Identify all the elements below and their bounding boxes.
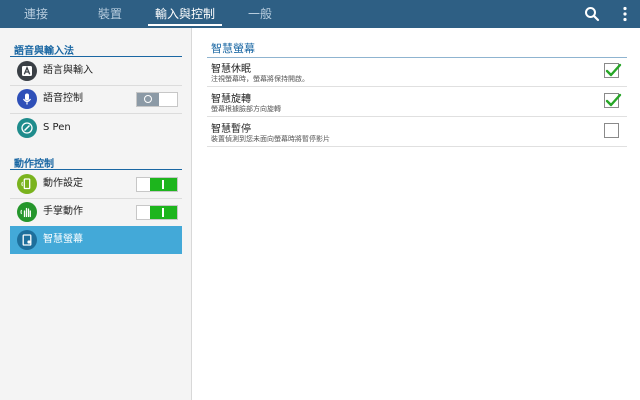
microphone-icon [17, 89, 37, 109]
sidebar-item-label: 手掌動作 [43, 206, 83, 217]
toggle-on-fill [150, 178, 177, 191]
setting-title: 智慧暫停 [211, 124, 251, 135]
setting-title: 智慧休眠 [211, 64, 251, 75]
sidebar-item-smart-screen[interactable]: 智慧螢幕 [10, 226, 182, 254]
sidebar-item-palm-motion[interactable]: 手掌動作 [10, 198, 182, 226]
sidebar-item-voice-control[interactable]: 語音控制 [10, 85, 182, 113]
setting-smart-stay[interactable]: 智慧休眠 注視螢幕時，螢幕將保持開啟。 [207, 58, 627, 87]
smart-rotation-checkbox[interactable] [604, 93, 622, 108]
active-tab-indicator [148, 24, 222, 26]
smart-pause-checkbox[interactable] [604, 123, 619, 138]
sidebar-item-language-input[interactable]: 語言與輸入 [10, 57, 182, 85]
sidebar-item-label: 語言與輸入 [43, 65, 93, 76]
section-header-motion-control: 動作控制 [14, 159, 54, 170]
setting-subtitle: 注視螢幕時，螢幕將保持開啟。 [211, 75, 309, 83]
sidebar-item-label: 語音控制 [43, 93, 83, 104]
s-pen-icon [17, 118, 37, 138]
toggle-off-knob [137, 93, 159, 106]
toggle-on-fill [150, 206, 177, 219]
more-options-icon[interactable] [615, 4, 635, 24]
setting-subtitle: 螢幕根據臉部方向旋轉 [211, 105, 281, 113]
check-icon [605, 93, 622, 107]
motion-settings-toggle[interactable] [136, 177, 178, 192]
motion-phone-icon [17, 174, 37, 194]
tab-controls[interactable]: 輸入與控制 [148, 0, 222, 28]
sidebar-item-s-pen[interactable]: S Pen [10, 114, 182, 142]
tab-general[interactable]: 一般 [244, 0, 276, 28]
setting-title: 智慧旋轉 [211, 94, 251, 105]
top-bar: 連接 裝置 輸入與控制 一般 [0, 0, 640, 28]
sidebar-item-label: 智慧螢幕 [43, 234, 83, 245]
section-header-voice-input: 語音與輸入法 [14, 46, 74, 57]
smart-screen-icon [17, 230, 37, 250]
tab-connections[interactable]: 連接 [14, 0, 58, 28]
setting-smart-pause[interactable]: 智慧暫停 裝置偵測到您未面向螢幕時將暫停影片 [207, 118, 627, 147]
page-title: 智慧螢幕 [211, 42, 255, 55]
tab-device[interactable]: 裝置 [88, 0, 132, 28]
main-panel: 智慧螢幕 智慧休眠 注視螢幕時，螢幕將保持開啟。 智慧旋轉 螢幕根據臉部方向旋轉… [193, 28, 640, 400]
check-icon [605, 63, 622, 77]
setting-subtitle: 裝置偵測到您未面向螢幕時將暫停影片 [211, 135, 330, 143]
palm-motion-icon [17, 202, 37, 222]
sidebar: 語音與輸入法 語言與輸入 語音控制 S Pen 動作控制 動作設定 手掌動作 智… [0, 28, 192, 400]
sidebar-item-motion-settings[interactable]: 動作設定 [10, 170, 182, 198]
keyboard-a-icon [17, 61, 37, 81]
sidebar-item-label: 動作設定 [43, 178, 83, 189]
search-icon[interactable] [582, 4, 602, 24]
sidebar-item-label: S Pen [43, 122, 71, 133]
tab-controls-label: 輸入與控制 [154, 7, 215, 21]
palm-motion-toggle[interactable] [136, 205, 178, 220]
smart-stay-checkbox[interactable] [604, 63, 622, 78]
setting-smart-rotation[interactable]: 智慧旋轉 螢幕根據臉部方向旋轉 [207, 88, 627, 117]
voice-control-toggle[interactable] [136, 92, 178, 107]
